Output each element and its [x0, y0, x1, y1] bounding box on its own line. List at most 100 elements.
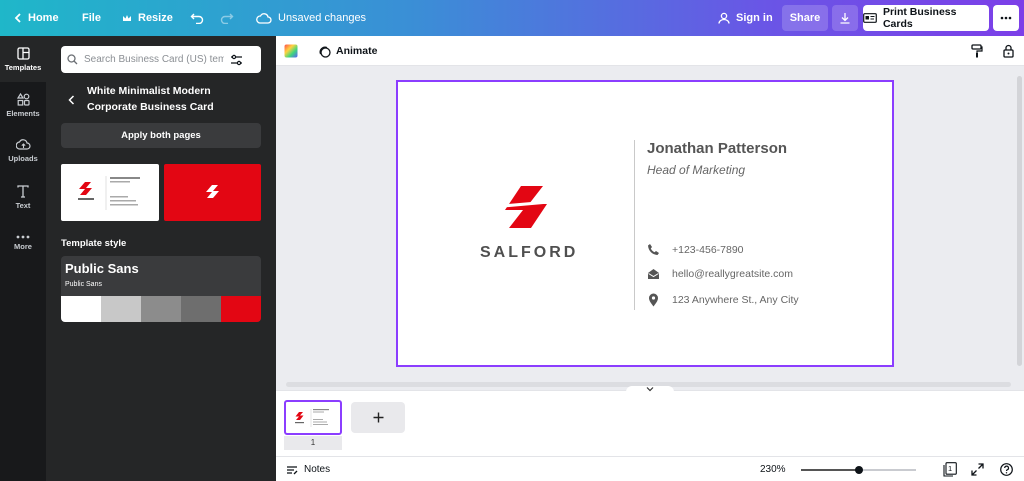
- template-style-card[interactable]: Public Sans Public Sans: [61, 256, 261, 322]
- print-label: Print Business Cards: [882, 6, 957, 30]
- more-icon: [16, 235, 30, 239]
- share-button[interactable]: Share: [782, 5, 828, 31]
- more-horizontal-icon: [1000, 16, 1012, 20]
- color-swatches: [61, 296, 261, 322]
- business-card[interactable]: SALFORD Jonathan Patterson Head of Marke…: [396, 80, 894, 367]
- brand-name[interactable]: SALFORD: [480, 244, 578, 262]
- crown-icon: [123, 14, 131, 21]
- zoom-slider-handle[interactable]: [854, 466, 863, 474]
- envelope-icon: [648, 269, 659, 279]
- paint-roller-icon[interactable]: [971, 44, 983, 58]
- file-label: File: [82, 12, 101, 24]
- help-icon[interactable]: [1000, 463, 1013, 476]
- sign-in-button[interactable]: Sign in: [718, 0, 773, 36]
- rail-item-more[interactable]: More: [0, 220, 46, 266]
- page-preview: [295, 409, 329, 427]
- bottom-bar: Notes 230% 1: [276, 456, 1024, 481]
- zoom-slider-fill: [801, 469, 859, 471]
- undo-button[interactable]: [190, 0, 204, 36]
- home-button[interactable]: Home: [14, 0, 59, 36]
- template-thumbnail-front[interactable]: [61, 164, 159, 221]
- color-swatch[interactable]: [221, 296, 261, 322]
- rail-item-uploads[interactable]: Uploads: [0, 128, 46, 174]
- user-icon: [718, 12, 730, 24]
- notes-button[interactable]: Notes: [286, 457, 330, 481]
- card-divider: [634, 140, 635, 310]
- contact-email[interactable]: hello@reallygreatsite.com: [647, 268, 793, 280]
- phone-text: +123-456-7890: [672, 243, 744, 256]
- text-icon: [17, 184, 29, 198]
- chevron-down-icon: [646, 387, 654, 392]
- search-box[interactable]: [61, 46, 261, 73]
- print-business-cards-button[interactable]: Print Business Cards: [863, 5, 989, 31]
- card-front-preview: [78, 176, 140, 210]
- add-page-button[interactable]: [351, 402, 405, 433]
- cloud-icon: [256, 12, 272, 24]
- resize-button[interactable]: Resize: [122, 0, 173, 36]
- font-subname: Public Sans: [65, 281, 102, 288]
- file-menu[interactable]: File: [82, 0, 101, 36]
- color-swatch[interactable]: [141, 296, 181, 322]
- hide-pages-button[interactable]: [626, 386, 674, 396]
- fullscreen-icon[interactable]: [971, 463, 984, 476]
- share-label: Share: [789, 12, 821, 24]
- apply-both-pages-button[interactable]: Apply both pages: [61, 123, 261, 148]
- vertical-scrollbar[interactable]: [1014, 66, 1024, 380]
- template-title: White Minimalist Modern Corporate Busine…: [87, 85, 214, 113]
- download-button[interactable]: [832, 5, 858, 31]
- canvas-area[interactable]: SALFORD Jonathan Patterson Head of Marke…: [276, 66, 1024, 390]
- back-button[interactable]: [68, 92, 75, 110]
- pages-strip: 1: [276, 390, 1024, 456]
- save-status: Unsaved changes: [256, 0, 366, 36]
- animate-button[interactable]: Animate: [318, 36, 377, 66]
- contact-address[interactable]: 123 Anywhere St., Any City: [647, 293, 799, 307]
- color-swatch[interactable]: [101, 296, 141, 322]
- elements-icon: [16, 92, 30, 106]
- person-role[interactable]: Head of Marketing: [647, 163, 745, 177]
- page-thumbnail[interactable]: [284, 400, 342, 435]
- location-pin-icon: [649, 293, 658, 307]
- animate-icon: [319, 46, 331, 58]
- sign-in-label: Sign in: [736, 12, 773, 24]
- upload-icon: [15, 139, 31, 150]
- zoom-slider[interactable]: [801, 466, 916, 474]
- rail-label-more: More: [14, 242, 32, 251]
- zoom-level[interactable]: 230%: [760, 457, 786, 481]
- notes-label: Notes: [304, 464, 331, 475]
- color-palette-icon[interactable]: [284, 44, 298, 58]
- search-icon: [67, 54, 78, 65]
- person-name[interactable]: Jonathan Patterson: [647, 140, 787, 157]
- color-swatch[interactable]: [61, 296, 101, 322]
- email-text: hello@reallygreatsite.com: [672, 268, 793, 280]
- template-thumbnail-back[interactable]: [164, 164, 261, 221]
- home-label: Home: [28, 12, 59, 24]
- lock-icon[interactable]: [1003, 44, 1014, 58]
- top-bar: Home File Resize Unsaved changes Sign in…: [0, 0, 1024, 36]
- templates-icon: [16, 46, 30, 60]
- animate-label: Animate: [336, 45, 378, 57]
- contact-phone[interactable]: +123-456-7890: [647, 243, 744, 256]
- download-icon: [840, 13, 850, 24]
- chevron-left-icon: [14, 13, 21, 23]
- search-input[interactable]: [84, 54, 224, 65]
- template-style-heading: Template style: [61, 238, 127, 249]
- page-count: 1: [948, 464, 953, 473]
- rail-item-text[interactable]: Text: [0, 174, 46, 220]
- color-swatch[interactable]: [181, 296, 221, 322]
- chevron-left-icon: [68, 95, 75, 105]
- rail-item-templates[interactable]: Templates: [0, 36, 46, 82]
- redo-button[interactable]: [220, 0, 234, 36]
- save-status-label: Unsaved changes: [278, 12, 367, 24]
- filter-icon[interactable]: [230, 54, 243, 66]
- rail-item-elements[interactable]: Elements: [0, 82, 46, 128]
- address-text: 123 Anywhere St., Any City: [672, 294, 799, 306]
- more-options-button[interactable]: [993, 5, 1019, 31]
- page-count-button[interactable]: 1: [943, 462, 957, 477]
- phone-icon: [648, 244, 659, 255]
- rail-label-text: Text: [15, 200, 31, 210]
- lightning-logo-icon[interactable]: [503, 184, 549, 230]
- notes-icon: [287, 465, 298, 474]
- rail-label-templates: Templates: [4, 62, 42, 72]
- undo-icon: [190, 13, 204, 24]
- vertical-scroll-thumb[interactable]: [1017, 76, 1022, 366]
